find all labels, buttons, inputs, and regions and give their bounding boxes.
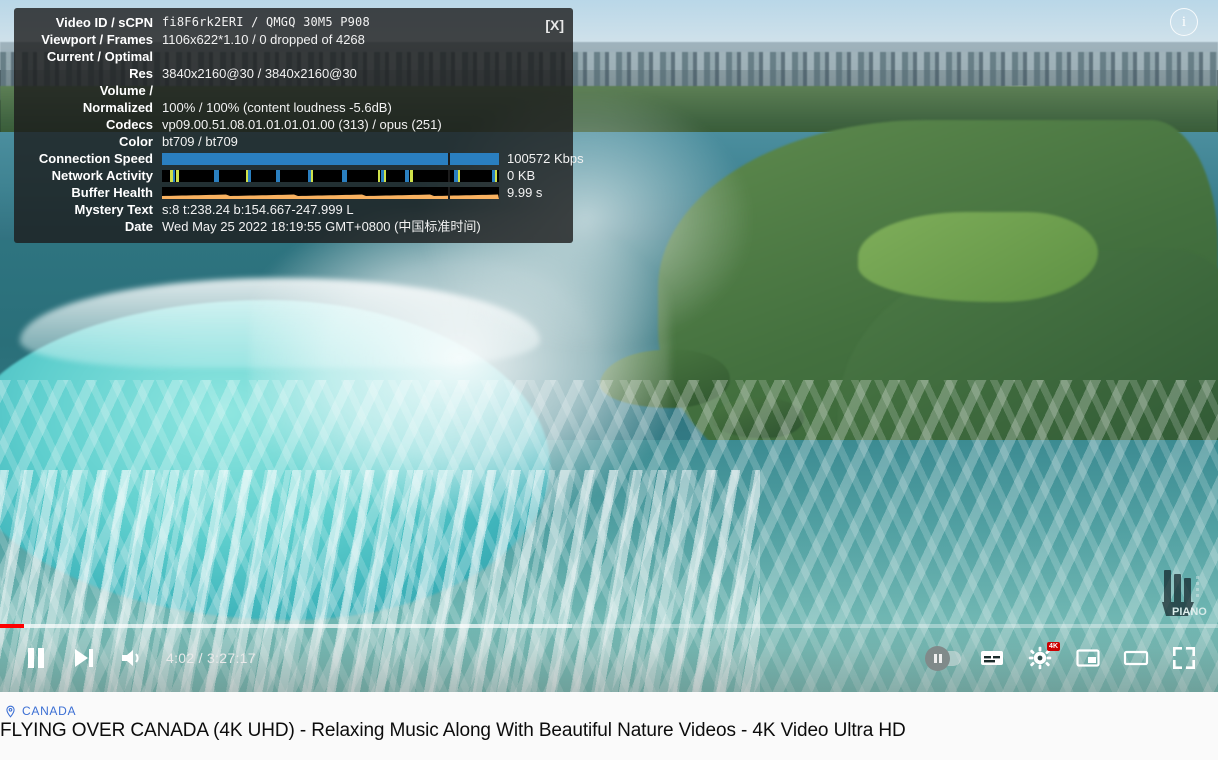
stats-row-buffer-health: Buffer Health 9.99 s	[24, 184, 563, 201]
stats-value: 100% / 100% (content loudness -5.6dB)	[162, 100, 392, 115]
stats-value: 3840x2160@30 / 3840x2160@30	[162, 66, 357, 81]
fullscreen-button[interactable]	[1160, 634, 1208, 682]
location-label: CANADA	[22, 704, 77, 718]
volume-button[interactable]	[108, 634, 156, 682]
stats-value: vp09.00.51.08.01.01.01.01.00 (313) / opu…	[162, 117, 442, 132]
network-activity-graph	[162, 169, 499, 182]
network-activity-value: 0 KB	[507, 168, 536, 183]
map-pin-icon	[6, 705, 15, 718]
stats-row-date: Date Wed May 25 2022 18:19:55 GMT+0800 (…	[24, 218, 563, 235]
progress-played	[0, 624, 24, 628]
settings-button[interactable]: 4K	[1016, 634, 1064, 682]
video-player[interactable]: PIANO i [X] Video ID / sCPN fi8F6rk2ERI …	[0, 0, 1218, 692]
stats-row-network-activity: Network Activity 0 KB	[24, 167, 563, 184]
progress-bar[interactable]	[0, 624, 1218, 628]
controls-left: 4:02 / 3:27:17	[12, 634, 262, 682]
quality-badge: 4K	[1047, 642, 1060, 651]
subtitles-button[interactable]	[968, 634, 1016, 682]
stats-value: bt709 / bt709	[162, 134, 238, 149]
connection-speed-graph	[162, 152, 499, 165]
stats-label: Normalized	[82, 100, 153, 115]
autoplay-toggle-icon	[925, 645, 961, 671]
stats-label: Res	[129, 66, 153, 81]
stats-row-volume: Volume /	[24, 82, 563, 99]
controls-right: 4K	[920, 634, 1208, 682]
stats-row-video-id: Video ID / sCPN fi8F6rk2ERI / QMGQ 30M5 …	[24, 14, 563, 31]
autoplay-toggle[interactable]	[920, 634, 968, 682]
stats-value: s:8 t:238.24 b:154.667-247.999 L	[162, 202, 354, 217]
progress-loaded	[0, 624, 573, 628]
stats-label: Viewport / Frames	[41, 32, 153, 47]
stats-label: Color	[119, 134, 153, 149]
connection-speed-value: 100572 Kbps	[507, 151, 584, 166]
stats-row-color: Color bt709 / bt709	[24, 133, 563, 150]
stats-row-current-optimal: Current / Optimal	[24, 48, 563, 65]
stats-label: Video ID / sCPN	[55, 15, 153, 30]
stats-label: Mystery Text	[74, 202, 153, 217]
stats-for-nerds-panel: [X] Video ID / sCPN fi8F6rk2ERI / QMGQ 3…	[14, 8, 584, 243]
info-icon[interactable]: i	[1170, 8, 1198, 36]
stats-label: Connection Speed	[38, 151, 153, 166]
stats-value: 1106x622*1.10 / 0 dropped of 4268	[162, 32, 365, 47]
buffer-health-graph	[162, 186, 499, 199]
stats-row-res: Res 3840x2160@30 / 3840x2160@30	[24, 65, 563, 82]
stats-row-codecs: Codecs vp09.00.51.08.01.01.01.01.00 (313…	[24, 116, 563, 133]
time-display: 4:02 / 3:27:17	[166, 650, 256, 666]
player-controls: 4:02 / 3:27:17 4K	[0, 620, 1218, 692]
stats-row-viewport-frames: Viewport / Frames 1106x622*1.10 / 0 drop…	[24, 31, 563, 48]
stats-row-normalized: Normalized 100% / 100% (content loudness…	[24, 99, 563, 116]
buffer-health-value: 9.99 s	[507, 185, 543, 200]
youtube-watch-page: PIANO i [X] Video ID / sCPN fi8F6rk2ERI …	[0, 0, 1218, 760]
stats-label: Codecs	[106, 117, 153, 132]
stats-label: Volume /	[99, 83, 153, 98]
stats-close-button[interactable]: [X]	[545, 18, 564, 32]
video-meta: CANADA FLYING OVER CANADA (4K UHD) - Rel…	[0, 692, 1218, 760]
stats-label: Buffer Health	[71, 185, 153, 200]
pause-button[interactable]	[12, 634, 60, 682]
page-title: FLYING OVER CANADA (4K UHD) - Relaxing M…	[0, 720, 906, 741]
location-tag[interactable]: CANADA	[4, 704, 76, 718]
park-lawn	[858, 212, 1098, 302]
next-video-button[interactable]	[60, 634, 108, 682]
stats-row-connection-speed: Connection Speed 100572 Kbps	[24, 150, 584, 167]
stats-row-mystery-text: Mystery Text s:8 t:238.24 b:154.667-247.…	[24, 201, 563, 218]
stats-label: Current / Optimal	[46, 49, 153, 64]
stats-value: Wed May 25 2022 18:19:55 GMT+0800 (中国标准时…	[162, 219, 481, 234]
miniplayer-button[interactable]	[1064, 634, 1112, 682]
stats-value: fi8F6rk2ERI / QMGQ 30M5 P908	[162, 15, 370, 29]
stats-label: Date	[124, 219, 153, 234]
stats-label: Network Activity	[51, 168, 153, 183]
theater-button[interactable]	[1112, 634, 1160, 682]
